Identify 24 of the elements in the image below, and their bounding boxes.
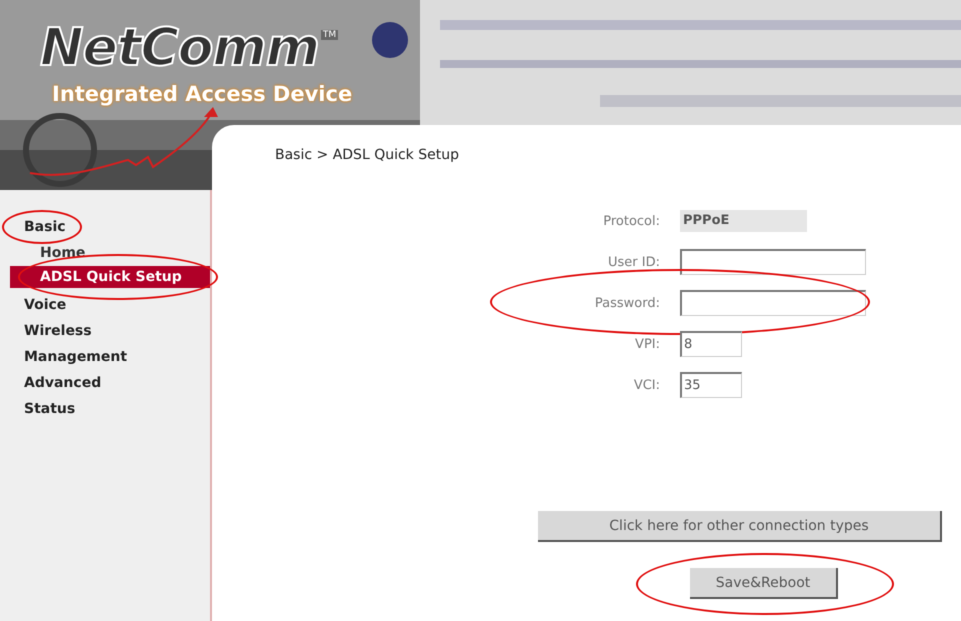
sidebar-item[interactable]: Management bbox=[10, 344, 210, 370]
input-field[interactable] bbox=[680, 249, 866, 275]
protocol-value: PPPoE bbox=[680, 210, 807, 232]
input-field[interactable]: 8 bbox=[680, 331, 742, 357]
sidebar-item[interactable]: Status bbox=[10, 396, 210, 422]
field-label: VPI: bbox=[634, 336, 661, 352]
breadcrumb: Basic > ADSL Quick Setup bbox=[275, 147, 460, 163]
field-label: Protocol: bbox=[602, 214, 661, 228]
sidebar-item[interactable]: Voice bbox=[10, 292, 210, 318]
input-field[interactable] bbox=[680, 290, 866, 316]
sidebar-item[interactable]: Home bbox=[10, 240, 210, 266]
field-label: Password: bbox=[594, 296, 661, 310]
action-button[interactable]: Click here for other connection types bbox=[538, 511, 942, 542]
trademark-mark: TM bbox=[320, 30, 338, 40]
sidebar-item[interactable]: Advanced bbox=[10, 370, 210, 396]
input-field[interactable]: 35 bbox=[680, 372, 742, 398]
field-label: User ID: bbox=[607, 254, 661, 270]
field-label: VCI: bbox=[632, 378, 661, 392]
action-button[interactable]: Save&Reboot bbox=[690, 568, 838, 599]
sidebar-item[interactable]: Basic bbox=[10, 214, 210, 240]
sidebar-item[interactable]: ADSL Quick Setup bbox=[10, 266, 210, 288]
sidebar-item[interactable]: Wireless bbox=[10, 318, 210, 344]
logo-text: NetComm bbox=[40, 18, 319, 78]
header-subtitle: Integrated Access Device bbox=[52, 82, 352, 106]
